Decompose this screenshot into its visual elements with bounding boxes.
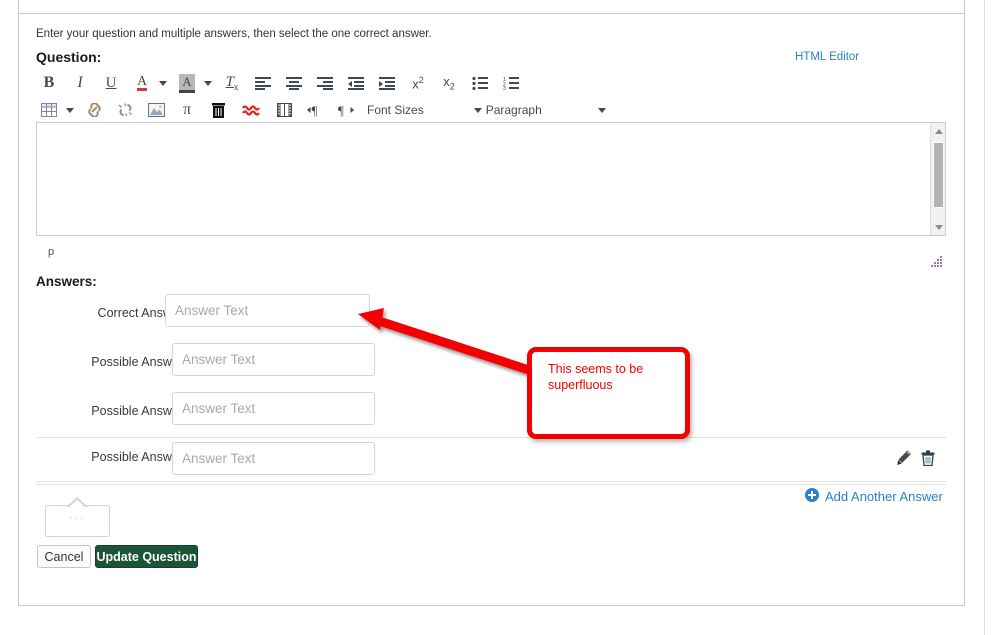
annotation-arrow [358,308,537,377]
scrollbar-thumb[interactable] [933,142,944,208]
answer-row-possible-3[interactable]: Possible Answer [36,437,946,485]
answers-heading: Answers: [36,274,97,289]
editor-toolbar: B I U A A Tx x2 x2 1 2 3 π ¶ ¶ Font Size… [36,70,946,123]
stray-tooltip-dots: ··· [69,512,86,524]
plus-circle-icon [805,488,819,505]
paragraph-select[interactable]: Paragraph [486,103,606,117]
pencil-icon[interactable] [897,450,912,466]
highlight-color-chevron-down-icon[interactable] [204,80,212,86]
trash-icon[interactable] [921,450,936,467]
unlink-icon[interactable] [112,98,138,122]
delete-icon[interactable] [205,98,231,122]
correct-answer-input[interactable] [165,294,370,327]
answers-bottom-divider [36,481,946,482]
align-left-icon[interactable] [250,71,276,95]
annotation-callout: This seems to be superfluous [527,347,690,439]
underline-icon[interactable]: U [98,71,124,95]
paragraph-chevron-down-icon[interactable] [597,107,606,113]
math-equation-icon[interactable]: π [174,98,200,122]
possible-answer-input-2[interactable] [172,392,375,425]
instructions-text: Enter your question and multiple answers… [36,28,432,40]
paragraph-ltr-icon[interactable]: ¶ [302,98,328,122]
add-another-answer-button[interactable]: Add Another Answer [805,488,943,505]
answer-label: Possible Answer [91,404,183,418]
toolbar-row-1: B I U A A Tx x2 x2 1 2 3 [36,70,946,96]
stray-tooltip-pointer-fill [68,500,86,508]
svg-text:3: 3 [503,86,506,90]
table-icon[interactable] [36,98,62,122]
align-center-icon[interactable] [281,71,307,95]
answer-label: Possible Answer [91,355,183,369]
numbered-list-icon[interactable]: 1 2 3 [498,71,524,95]
possible-answer-input-1[interactable] [172,343,375,376]
svg-text:¶: ¶ [312,103,318,117]
image-icon[interactable] [143,98,169,122]
table-chevron-down-icon[interactable] [66,107,74,113]
html-editor-link[interactable]: HTML Editor [795,51,859,63]
possible-answer-input-3[interactable] [172,442,375,475]
editor-status-bar: p [36,236,946,270]
cancel-button[interactable]: Cancel [37,545,91,568]
subscript-icon[interactable]: x2 [436,71,462,95]
font-sizes-chevron-down-icon[interactable] [473,107,482,113]
rich-text-editor [36,122,946,236]
italic-icon[interactable]: I [67,71,93,95]
bold-icon[interactable]: B [36,71,62,95]
scroll-down-icon[interactable] [931,219,946,235]
editor-content-area[interactable] [37,123,930,235]
spellcheck-icon[interactable] [236,98,266,122]
update-question-button[interactable]: Update Question [95,545,198,568]
outdent-icon[interactable] [343,71,369,95]
text-color-icon[interactable]: A [129,71,155,95]
annotation-text: This seems to be superfluous [548,362,644,392]
paragraph-rtl-icon[interactable]: ¶ [333,98,359,122]
indent-icon[interactable] [374,71,400,95]
editor-resize-grip[interactable] [930,255,944,267]
element-path[interactable]: p [48,246,54,258]
paragraph-label: Paragraph [485,103,542,117]
frame-divider [19,13,964,14]
svg-text:¶: ¶ [338,103,344,117]
add-another-answer-label: Add Another Answer [825,489,943,504]
highlight-color-icon[interactable]: A [174,71,200,95]
superscript-icon[interactable]: x2 [405,71,431,95]
editor-vertical-scrollbar[interactable] [930,123,945,235]
bulleted-list-icon[interactable] [467,71,493,95]
answer-label: Possible Answer [91,450,183,464]
align-right-icon[interactable] [312,71,338,95]
question-label: Question: [36,49,102,65]
page-right-gutter [984,0,985,635]
toolbar-row-2: π ¶ ¶ Font Sizes Paragraph [36,97,946,123]
font-sizes-label: Font Sizes [367,103,424,117]
remove-formatting-icon[interactable]: Tx [219,71,245,95]
text-color-chevron-down-icon[interactable] [159,80,167,86]
answer-row-possible-2: Possible Answer [36,392,946,439]
font-sizes-select[interactable]: Font Sizes [367,103,482,117]
screenshot-root: Enter your question and multiple answers… [0,0,999,635]
answer-row-actions [897,450,936,467]
media-icon[interactable] [271,98,297,122]
scroll-up-icon[interactable] [931,123,946,139]
link-icon[interactable] [81,98,107,122]
